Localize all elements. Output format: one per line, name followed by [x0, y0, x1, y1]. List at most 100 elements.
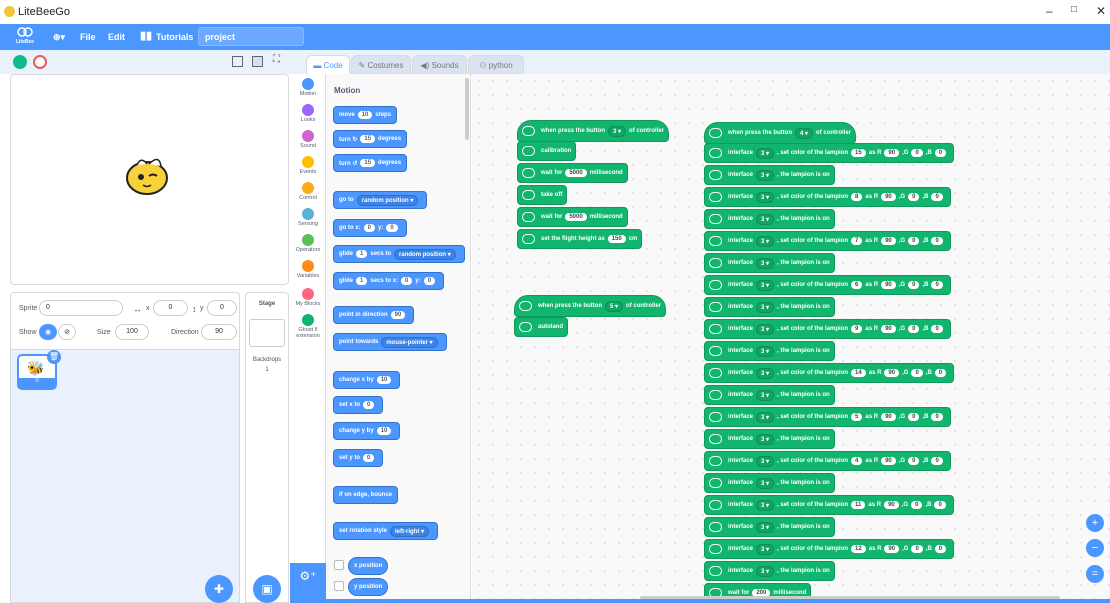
- category-sensing[interactable]: Sensing: [290, 208, 326, 227]
- y-input[interactable]: 0: [207, 300, 237, 316]
- direction-input[interactable]: 90: [201, 324, 237, 340]
- set-lampion-color-block[interactable]: interface 3 ▾, set color of the lampion 9 a…: [704, 319, 951, 339]
- set-lampion-color-block[interactable]: interface 3 ▾, set color of the lampion 14…: [704, 363, 955, 383]
- stop-button[interactable]: [33, 55, 47, 69]
- zoom-out-button[interactable]: −: [1086, 539, 1104, 557]
- add-backdrop-button[interactable]: ▣: [253, 575, 281, 603]
- category-events[interactable]: Events: [290, 156, 326, 175]
- category-control[interactable]: Control: [290, 182, 326, 201]
- green-flag-button[interactable]: [13, 55, 27, 69]
- category-menu: Motion Looks Sound Events Control Sensing Oper…: [290, 74, 326, 603]
- set-y-block[interactable]: set y to 0: [333, 449, 384, 467]
- turn-right-block[interactable]: turn ↻ 15 degrees: [333, 130, 408, 148]
- hat-button-5-block[interactable]: when press the button 5 ▾ of controller: [514, 295, 667, 317]
- set-lampion-color-block[interactable]: interface 3 ▾, set color of the lampion 7 a…: [704, 231, 951, 251]
- category-looks[interactable]: Looks: [290, 104, 326, 123]
- lampion-on-block[interactable]: interface 3 ▾, the lampion is on: [704, 297, 835, 317]
- language-menu[interactable]: ⊕▾: [53, 32, 65, 43]
- lampion-on-block[interactable]: interface 3 ▾, the lampion is on: [704, 561, 835, 581]
- sprite-name-input[interactable]: 0: [39, 300, 123, 316]
- takeoff-block[interactable]: take off: [517, 185, 568, 205]
- category-variables[interactable]: Variables: [290, 260, 326, 279]
- flight-height-block[interactable]: set the flight height as 150 cm: [517, 229, 643, 249]
- tab-sounds[interactable]: ◀) Sounds: [412, 55, 467, 75]
- set-lampion-color-block[interactable]: interface 3 ▾, set color of the lampion 12…: [704, 539, 955, 559]
- x-input[interactable]: 0: [153, 300, 188, 316]
- code-icon: ▬: [313, 61, 324, 70]
- script-workspace[interactable]: when press the button 3 ▾ of controller cal…: [472, 74, 1110, 599]
- show-hidden-icon[interactable]: ⊘: [58, 324, 76, 340]
- ghost-extension-icon: [709, 478, 722, 488]
- y-position-reporter[interactable]: y position: [348, 578, 389, 596]
- set-lampion-color-block[interactable]: interface 3 ▾, set color of the lampion 8 a…: [704, 187, 951, 207]
- lampion-on-block[interactable]: interface 3 ▾, the lampion is on: [704, 473, 835, 493]
- show-visible-icon[interactable]: ◉: [39, 324, 57, 340]
- lampion-on-block[interactable]: interface 3 ▾, the lampion is on: [704, 385, 835, 405]
- lampion-on-block[interactable]: interface 3 ▾, the lampion is on: [704, 209, 835, 229]
- fullscreen-icon[interactable]: ⛶: [273, 54, 280, 65]
- hat-button-4-block[interactable]: when press the button 4 ▾ of controller: [704, 122, 857, 144]
- sprite-thumbnail[interactable]: 🐝 🗑 0: [17, 350, 61, 390]
- point-towards-block[interactable]: point towards mouse-pointer ▾: [333, 333, 447, 351]
- stage-selector[interactable]: Stage Backdrops 1: [245, 292, 289, 603]
- add-sprite-button[interactable]: ✚: [205, 575, 233, 603]
- glide-xy-block[interactable]: glide 1 secs to x: 0 y: 0: [333, 272, 445, 290]
- tutorials-menu[interactable]: Tutorials: [156, 32, 193, 42]
- delete-sprite-icon[interactable]: 🗑: [47, 350, 61, 364]
- zoom-in-button[interactable]: +: [1086, 514, 1104, 532]
- y-position-checkbox[interactable]: [334, 581, 344, 591]
- set-lampion-color-block[interactable]: interface 3 ▾, set color of the lampion 11…: [704, 495, 954, 515]
- stage-canvas[interactable]: [10, 74, 289, 285]
- rotation-style-block[interactable]: set rotation style left-right ▾: [333, 522, 439, 540]
- bounce-block[interactable]: if on edge, bounce: [333, 486, 399, 504]
- zoom-reset-button[interactable]: =: [1086, 565, 1104, 583]
- file-menu[interactable]: File: [80, 32, 96, 42]
- close-button[interactable]: ✕: [1096, 4, 1106, 18]
- minimize-button[interactable]: –: [1046, 4, 1053, 18]
- x-position-checkbox[interactable]: [334, 560, 344, 570]
- goto-block[interactable]: go to random position ▾: [333, 191, 428, 209]
- maximize-button[interactable]: □: [1071, 4, 1077, 15]
- category-ghost-ii-extension[interactable]: Ghost II extension: [290, 314, 326, 339]
- palette-scrollbar[interactable]: [465, 78, 469, 140]
- set-lampion-color-block[interactable]: interface 3 ▾, set color of the lampion 4 a…: [704, 451, 951, 471]
- wait-block[interactable]: wait for 5000 millisecond: [517, 207, 628, 227]
- glide-to-block[interactable]: glide 1 secs to random position ▾: [333, 245, 465, 263]
- size-input[interactable]: 100: [115, 324, 149, 340]
- lampion-on-block[interactable]: interface 3 ▾, the lampion is on: [704, 165, 835, 185]
- category-operators[interactable]: Operators: [290, 234, 326, 253]
- autoland-block[interactable]: autoland: [514, 317, 568, 337]
- set-lampion-color-block[interactable]: interface 3 ▾, set color of the lampion 6 a…: [704, 275, 951, 295]
- large-stage-button[interactable]: [252, 56, 263, 67]
- hat-button-3-block[interactable]: when press the button 3 ▾ of controller: [517, 120, 670, 142]
- tab-costumes[interactable]: ✎ Costumes: [351, 55, 411, 75]
- change-x-block[interactable]: change x by 10: [333, 371, 401, 389]
- turn-left-block[interactable]: turn ↺ 15 degrees: [333, 154, 408, 172]
- backdrop-thumbnail[interactable]: [249, 319, 285, 347]
- tab-code[interactable]: ▬ Code: [306, 55, 350, 76]
- lampion-on-block[interactable]: interface 3 ▾, the lampion is on: [704, 253, 835, 273]
- project-title-input[interactable]: project: [198, 27, 304, 46]
- tab-python[interactable]: ⚇ python: [468, 55, 524, 75]
- set-x-block[interactable]: set x to 0: [333, 396, 384, 414]
- x-position-reporter[interactable]: x position: [348, 557, 389, 575]
- category-motion[interactable]: Motion: [290, 78, 326, 97]
- calibration-block[interactable]: calibration: [517, 141, 577, 161]
- edit-menu[interactable]: Edit: [108, 32, 125, 42]
- wait-block[interactable]: wait for 5000 millisecond: [517, 163, 628, 183]
- set-lampion-color-block[interactable]: interface 3 ▾, set color of the lampion 15…: [704, 143, 955, 163]
- lampion-on-block[interactable]: interface 3 ▾, the lampion is on: [704, 341, 835, 361]
- set-lampion-color-block[interactable]: interface 3 ▾, set color of the lampion 5 a…: [704, 407, 951, 427]
- lampion-on-block[interactable]: interface 3 ▾, the lampion is on: [704, 517, 835, 537]
- category-my-blocks[interactable]: My Blocks: [290, 288, 326, 307]
- bee-sprite[interactable]: [119, 150, 175, 198]
- lampion-on-block[interactable]: interface 3 ▾, the lampion is on: [704, 429, 835, 449]
- category-sound[interactable]: Sound: [290, 130, 326, 149]
- extension-button[interactable]: ⚙⁺: [290, 563, 326, 603]
- move-steps-block[interactable]: move 10 steps: [333, 106, 398, 124]
- tutorials-icon[interactable]: ▮▮: [140, 29, 152, 42]
- small-stage-button[interactable]: [232, 56, 243, 67]
- point-direction-block[interactable]: point in direction 90: [333, 306, 415, 324]
- goto-xy-block[interactable]: go to x: 0 y: 0: [333, 219, 407, 237]
- change-y-block[interactable]: change y by 10: [333, 422, 401, 440]
